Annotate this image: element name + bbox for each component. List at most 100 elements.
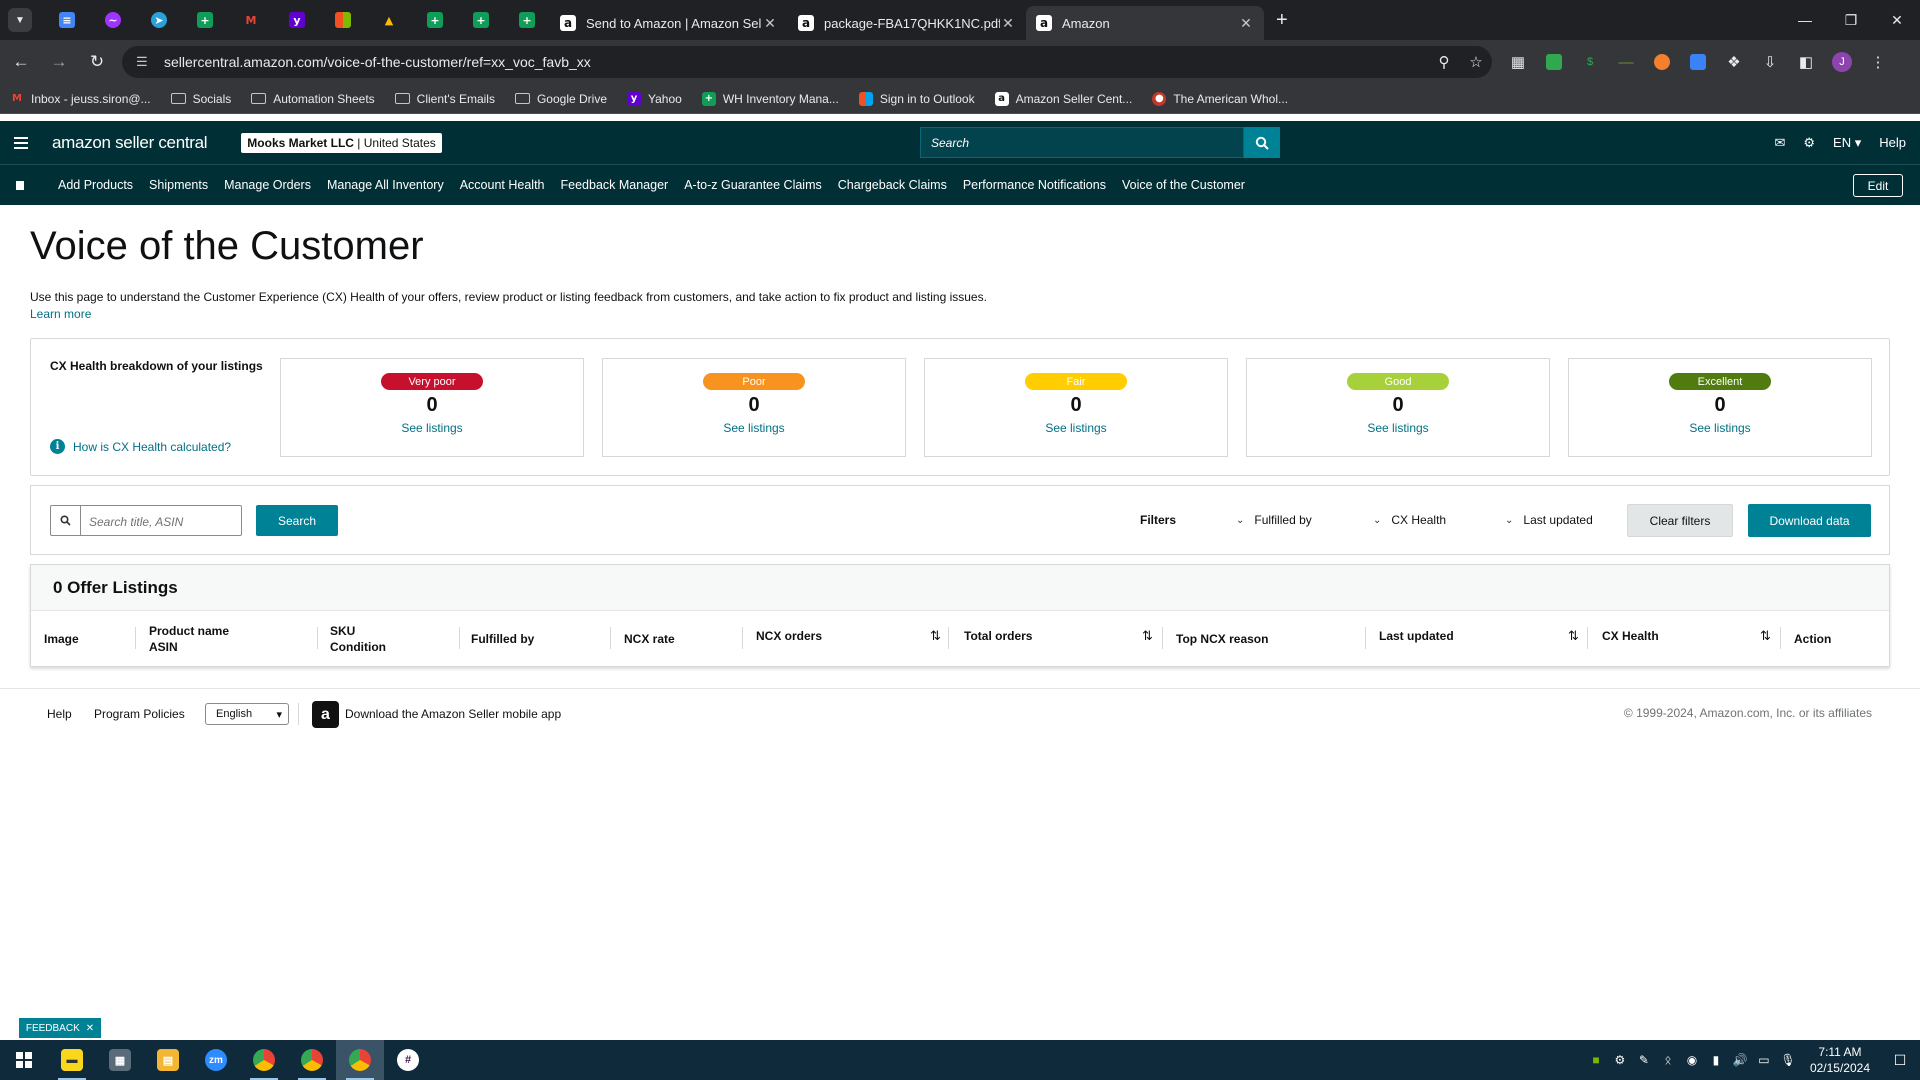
pinned-tab-microsoft[interactable] xyxy=(320,0,366,40)
footer-language-select[interactable]: English ▾ xyxy=(205,703,289,725)
battery-icon[interactable]: ▮ xyxy=(1704,1053,1728,1067)
pinned-tab-gmail[interactable]: M xyxy=(228,0,274,40)
footer-program-policies-link[interactable]: Program Policies xyxy=(94,707,185,721)
amazon-seller-app-icon[interactable]: a xyxy=(312,701,339,728)
taskbar-calculator[interactable]: ▦ xyxy=(96,1040,144,1080)
address-bar[interactable]: ☰ sellercentral.amazon.com/voice-of-the-… xyxy=(122,46,1492,78)
pinned-tab-messenger[interactable]: ~ xyxy=(90,0,136,40)
keepa-extension-icon[interactable]: $ xyxy=(1572,46,1608,78)
close-icon[interactable]: ✕ xyxy=(1000,15,1016,32)
minimize-icon[interactable]: — xyxy=(1782,0,1828,40)
zoom-icon[interactable]: ⚲ xyxy=(1428,53,1460,71)
learn-more-link[interactable]: Learn more xyxy=(30,307,91,321)
tab-search-button[interactable]: ▼ xyxy=(8,8,32,32)
browser-tab-active[interactable]: a Amazon ✕ xyxy=(1026,6,1264,40)
language-selector[interactable]: EN ▾ xyxy=(1833,135,1861,151)
taskbar-chrome-1[interactable] xyxy=(240,1040,288,1080)
column-header-total-orders[interactable]: Total orders xyxy=(964,628,1032,644)
listing-search-input[interactable]: Search title, ASIN xyxy=(81,506,241,535)
see-listings-link[interactable]: See listings xyxy=(603,421,905,435)
profile-avatar[interactable]: J xyxy=(1824,46,1860,78)
bookmark-star-icon[interactable]: ☆ xyxy=(1460,53,1492,71)
footer-help-link[interactable]: Help xyxy=(47,707,72,721)
url-text[interactable]: sellercentral.amazon.com/voice-of-the-cu… xyxy=(164,54,1428,70)
back-icon[interactable]: ← xyxy=(4,45,38,79)
last-updated-dropdown[interactable]: ⌄ Last updated xyxy=(1505,513,1593,527)
restore-icon[interactable]: ❐ xyxy=(1828,0,1874,40)
feedback-tab[interactable]: FEEDBACK ✕ xyxy=(19,1018,101,1038)
microphone-icon[interactable]: 🎙 xyxy=(1776,1053,1800,1067)
mail-icon[interactable]: ✉ xyxy=(1774,135,1785,151)
notification-icon[interactable]: ☐ xyxy=(1880,1052,1920,1069)
sort-icon[interactable]: ⇅ xyxy=(1142,628,1153,644)
close-icon[interactable]: ✕ xyxy=(762,15,778,32)
pinned-tab-google-sheets[interactable]: + xyxy=(182,0,228,40)
see-listings-link[interactable]: See listings xyxy=(1569,421,1871,435)
orange-extension-icon[interactable] xyxy=(1644,46,1680,78)
nav-feedback-manager[interactable]: Feedback Manager xyxy=(561,178,669,192)
new-tab-icon[interactable]: + xyxy=(1276,9,1288,32)
bluetooth-icon[interactable]: ᛟ xyxy=(1656,1053,1680,1067)
clear-filters-button[interactable]: Clear filters xyxy=(1627,504,1733,537)
header-search-input[interactable]: Search xyxy=(920,127,1244,158)
pen-extension-icon[interactable]: ― xyxy=(1608,46,1644,78)
browser-tab[interactable]: a package-FBA17QHKK1NC.pdf ✕ xyxy=(788,6,1026,40)
site-info-icon[interactable]: ☰ xyxy=(136,54,154,70)
zoom-tray-icon[interactable]: ◉ xyxy=(1680,1053,1704,1067)
nav-account-health[interactable]: Account Health xyxy=(460,178,545,192)
cx-health-how-link[interactable]: i How is CX Health calculated? xyxy=(50,439,231,454)
search-button[interactable]: Search xyxy=(256,505,338,536)
sort-icon[interactable]: ⇅ xyxy=(1760,628,1771,644)
seller-central-logo[interactable]: amazon seller central xyxy=(52,133,208,153)
see-listings-link[interactable]: See listings xyxy=(281,421,583,435)
side-panel-icon[interactable]: ◧ xyxy=(1788,46,1824,78)
column-header-cx-health[interactable]: CX Health xyxy=(1602,628,1659,644)
pinned-tab-google-sheets-3[interactable]: + xyxy=(458,0,504,40)
pinned-tab-google-drive[interactable]: ▲ xyxy=(366,0,412,40)
nav-chargeback-claims[interactable]: Chargeback Claims xyxy=(838,178,947,192)
see-listings-link[interactable]: See listings xyxy=(925,421,1227,435)
column-header-last-updated[interactable]: Last updated xyxy=(1379,628,1454,644)
browser-tab[interactable]: a Send to Amazon | Amazon Selle ✕ xyxy=(550,6,788,40)
nav-add-products[interactable]: Add Products xyxy=(58,178,133,192)
taskbar-sticky-notes[interactable]: ▬ xyxy=(48,1040,96,1080)
forward-icon[interactable]: → xyxy=(42,45,76,79)
taskbar-file-explorer[interactable]: ▤ xyxy=(144,1040,192,1080)
bookmark-item[interactable]: ● The American Whol... xyxy=(1152,91,1288,106)
listing-search-field[interactable]: Search title, ASIN xyxy=(50,505,242,536)
nvidia-icon[interactable]: ■ xyxy=(1584,1053,1608,1067)
bookmark-folder[interactable]: Automation Sheets xyxy=(251,92,375,106)
taskbar-zoom[interactable]: zm xyxy=(192,1040,240,1080)
sort-icon[interactable]: ⇅ xyxy=(1568,628,1579,644)
bookmark-icon[interactable] xyxy=(16,180,24,190)
taskbar-chrome-3[interactable] xyxy=(336,1040,384,1080)
close-icon[interactable]: ✕ xyxy=(1238,15,1254,32)
download-icon[interactable]: ⇩ xyxy=(1752,46,1788,78)
download-data-button[interactable]: Download data xyxy=(1748,504,1871,537)
nav-performance-notifications[interactable]: Performance Notifications xyxy=(963,178,1106,192)
pinned-tab-google-sheets-2[interactable]: + xyxy=(412,0,458,40)
bookmark-folder[interactable]: Google Drive xyxy=(514,92,607,106)
cx-health-dropdown[interactable]: ⌄ CX Health xyxy=(1373,513,1446,527)
shield-extension-icon[interactable] xyxy=(1536,46,1572,78)
fulfilled-by-dropdown[interactable]: ⌄ Fulfilled by xyxy=(1236,513,1312,527)
menu-kebab-icon[interactable]: ⋮ xyxy=(1860,46,1896,78)
bookmark-item[interactable]: Sign in to Outlook xyxy=(858,91,975,106)
puzzle-extensions-icon[interactable]: ❖ xyxy=(1716,46,1752,78)
bookmark-item[interactable]: a Amazon Seller Cent... xyxy=(994,91,1132,106)
taskbar-chrome-2[interactable] xyxy=(288,1040,336,1080)
nav-manage-all-inventory[interactable]: Manage All Inventory xyxy=(327,178,444,192)
pinned-tab-google-docs[interactable]: ≡ xyxy=(44,0,90,40)
close-window-icon[interactable]: ✕ xyxy=(1874,0,1920,40)
header-search-button[interactable] xyxy=(1244,127,1280,158)
nav-shipments[interactable]: Shipments xyxy=(149,178,208,192)
nav-voice-of-the-customer[interactable]: Voice of the Customer xyxy=(1122,178,1245,192)
qr-extension-icon[interactable]: ▦ xyxy=(1500,46,1536,78)
windows-start-icon[interactable] xyxy=(0,1040,48,1080)
help-link[interactable]: Help xyxy=(1879,135,1906,150)
nav-manage-orders[interactable]: Manage Orders xyxy=(224,178,311,192)
display-icon[interactable]: ▭ xyxy=(1752,1053,1776,1067)
pinned-tab-google-sheets-4[interactable]: + xyxy=(504,0,550,40)
sort-icon[interactable]: ⇅ xyxy=(930,628,941,644)
pen-icon[interactable]: ✎ xyxy=(1632,1053,1656,1067)
